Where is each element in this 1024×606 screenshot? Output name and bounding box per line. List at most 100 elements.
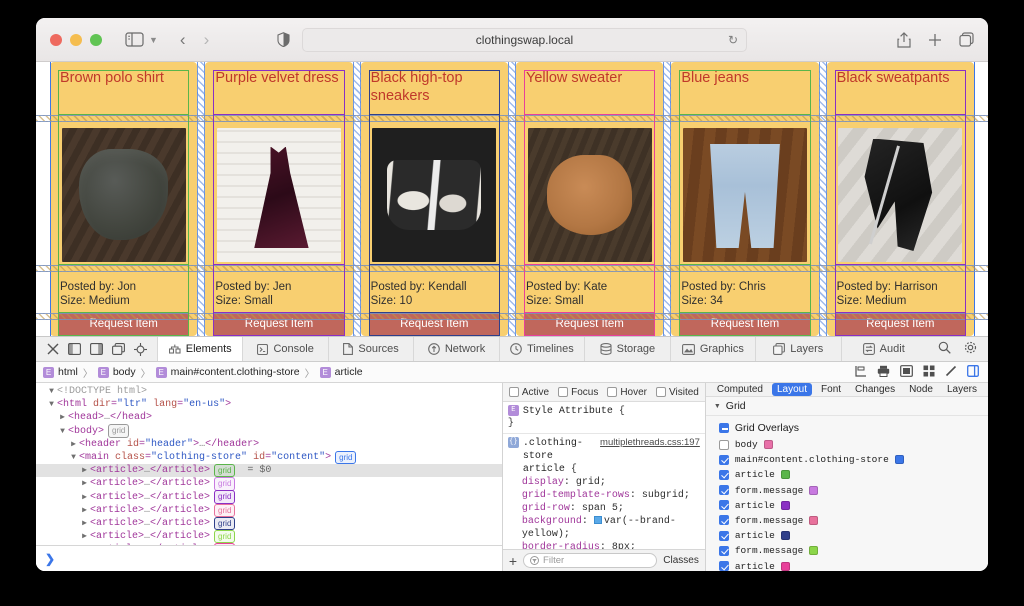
grid-overlay-row[interactable]: article <box>719 530 988 541</box>
close-icon[interactable] <box>47 343 59 355</box>
request-item-button[interactable]: Request Item <box>524 313 655 336</box>
request-item-button[interactable]: Request Item <box>369 313 500 336</box>
dom-node[interactable]: ▶<article>…</article>grid = $0 <box>36 464 502 477</box>
console-prompt-bar[interactable]: ❯ <box>36 545 502 571</box>
css-declaration[interactable]: border-radius: 8px; <box>522 541 700 549</box>
tab-graphics[interactable]: Graphics <box>670 337 755 361</box>
grid-overlay-row[interactable]: form.message <box>719 515 988 526</box>
twisty-closed-icon[interactable]: ▶ <box>79 504 90 517</box>
overlay-color-swatch[interactable] <box>781 470 790 479</box>
forward-arrow-icon[interactable]: › <box>204 30 210 50</box>
dom-tree[interactable]: ▼<!DOCTYPE html>▼<html dir="ltr" lang="e… <box>36 383 502 545</box>
overlay-color-swatch[interactable] <box>764 440 773 449</box>
twisty-open-icon[interactable]: ▼ <box>46 385 57 398</box>
request-item-button[interactable]: Request Item <box>679 313 810 336</box>
breadcrumb-item[interactable]: Earticle <box>320 366 363 378</box>
pseudo-state-active[interactable]: Active <box>509 387 549 398</box>
url-input[interactable]: clothingswap.local ↻ <box>302 28 747 52</box>
overlay-color-swatch[interactable] <box>809 546 818 555</box>
overlay-checkbox[interactable] <box>719 515 729 525</box>
pseudo-state-hover[interactable]: Hover <box>607 387 647 398</box>
twisty-closed-icon[interactable]: ▶ <box>79 517 90 530</box>
grid-overlay-row[interactable]: body <box>719 439 988 450</box>
add-rule-button[interactable]: + <box>509 554 517 568</box>
twisty-open-icon[interactable]: ▼ <box>57 425 68 438</box>
css-source-link[interactable]: multiplethreads.css:197 <box>600 437 700 448</box>
css-selector[interactable]: .clothing-store article { <box>523 437 596 476</box>
overlay-checkbox[interactable] <box>719 531 729 541</box>
grid-badge[interactable]: grid <box>108 424 129 438</box>
overlay-color-swatch[interactable] <box>781 531 790 540</box>
share-icon[interactable] <box>897 32 911 48</box>
print-icon[interactable] <box>877 365 890 380</box>
grid-overlay-row[interactable]: form.message <box>719 485 988 496</box>
tab-layers[interactable]: Layers <box>755 337 840 361</box>
twisty-closed-icon[interactable]: ▶ <box>57 411 68 424</box>
new-tab-icon[interactable] <box>928 33 942 47</box>
request-item-button[interactable]: Request Item <box>213 313 344 336</box>
overlay-checkbox[interactable] <box>719 455 729 465</box>
settings-gear-icon[interactable] <box>964 341 977 357</box>
grid-overlay-row[interactable]: form.message <box>719 545 988 556</box>
overlay-color-swatch[interactable] <box>895 455 904 464</box>
css-rule[interactable]: {}.clothing-store article {multiplethrea… <box>503 434 705 549</box>
twisty-closed-icon[interactable]: ▶ <box>79 477 90 490</box>
dock-right-icon[interactable] <box>90 343 103 355</box>
css-declaration[interactable]: display: grid; <box>522 476 700 489</box>
css-declaration[interactable]: grid-template-rows: subgrid; <box>522 489 700 502</box>
checkbox[interactable] <box>509 387 519 397</box>
css-declaration[interactable]: grid-row: span 5; <box>522 502 700 515</box>
layout-ruler-icon[interactable] <box>855 365 867 380</box>
tab-overview-icon[interactable] <box>959 32 974 47</box>
twisty-open-icon[interactable]: ▼ <box>68 451 79 464</box>
dom-node[interactable]: ▶<article>…</article>grid <box>36 504 502 517</box>
search-icon[interactable] <box>938 341 951 357</box>
grid-overlays-header[interactable]: Grid Overlays <box>719 422 988 434</box>
twisty-closed-icon[interactable]: ▶ <box>79 464 90 477</box>
grid-badge[interactable]: grid <box>335 451 356 465</box>
sidebar-panel-icon[interactable] <box>967 365 979 380</box>
dom-node[interactable]: ▼<html dir="ltr" lang="en-us"> <box>36 398 502 411</box>
tab-timelines[interactable]: Timelines <box>499 337 584 361</box>
grid-badge[interactable]: grid <box>214 464 235 478</box>
twisty-closed-icon[interactable]: ▶ <box>68 438 79 451</box>
dom-node[interactable]: ▼<!DOCTYPE html> <box>36 385 502 398</box>
overlay-checkbox[interactable] <box>719 546 729 556</box>
css-rule[interactable]: EStyle Attribute {} <box>503 402 705 434</box>
dock-window-icon[interactable] <box>112 343 125 355</box>
box-model-icon[interactable] <box>900 365 913 380</box>
filter-input[interactable]: Filter <box>523 553 657 568</box>
overlay-checkbox[interactable] <box>719 561 729 571</box>
pseudo-state-focus[interactable]: Focus <box>558 387 598 398</box>
dom-node[interactable]: ▶<article>…</article>grid <box>36 491 502 504</box>
tab-sources[interactable]: Sources <box>328 337 413 361</box>
tab-audit[interactable]: Audit <box>841 337 926 361</box>
layout-tab-computed[interactable]: Computed <box>712 383 768 396</box>
layout-tab-node[interactable]: Node <box>904 383 938 396</box>
overlay-checkbox[interactable] <box>719 440 729 450</box>
grid-icon[interactable] <box>923 365 935 380</box>
sidebar-icon[interactable] <box>124 32 144 48</box>
tab-network[interactable]: Network <box>413 337 498 361</box>
tab-storage[interactable]: Storage <box>584 337 669 361</box>
overlay-color-swatch[interactable] <box>781 562 790 571</box>
chevron-down-icon[interactable]: ▼ <box>149 35 158 45</box>
overlay-checkbox[interactable] <box>719 500 729 510</box>
twisty-closed-icon[interactable]: ▶ <box>79 530 90 543</box>
maximize-window-button[interactable] <box>90 34 102 46</box>
breadcrumb-item[interactable]: Ehtml <box>43 366 78 378</box>
grid-badge[interactable]: grid <box>214 490 235 504</box>
dom-node[interactable]: ▼<main class="clothing-store" id="conten… <box>36 451 502 464</box>
inspect-target-icon[interactable] <box>134 343 147 356</box>
paintbrush-icon[interactable] <box>945 365 957 380</box>
dom-node[interactable]: ▶<article>…</article>grid <box>36 477 502 490</box>
grid-section-header[interactable]: ▼ Grid <box>706 397 988 416</box>
grid-overlay-row[interactable]: main#content.clothing-store <box>719 454 988 465</box>
layout-tab-layers[interactable]: Layers <box>942 383 982 396</box>
color-swatch[interactable] <box>594 516 602 524</box>
overlay-color-swatch[interactable] <box>781 501 790 510</box>
request-item-button[interactable]: Request Item <box>58 313 189 336</box>
checkbox[interactable] <box>607 387 617 397</box>
grid-badge[interactable]: grid <box>214 517 235 531</box>
grid-overlay-row[interactable]: article <box>719 561 988 572</box>
